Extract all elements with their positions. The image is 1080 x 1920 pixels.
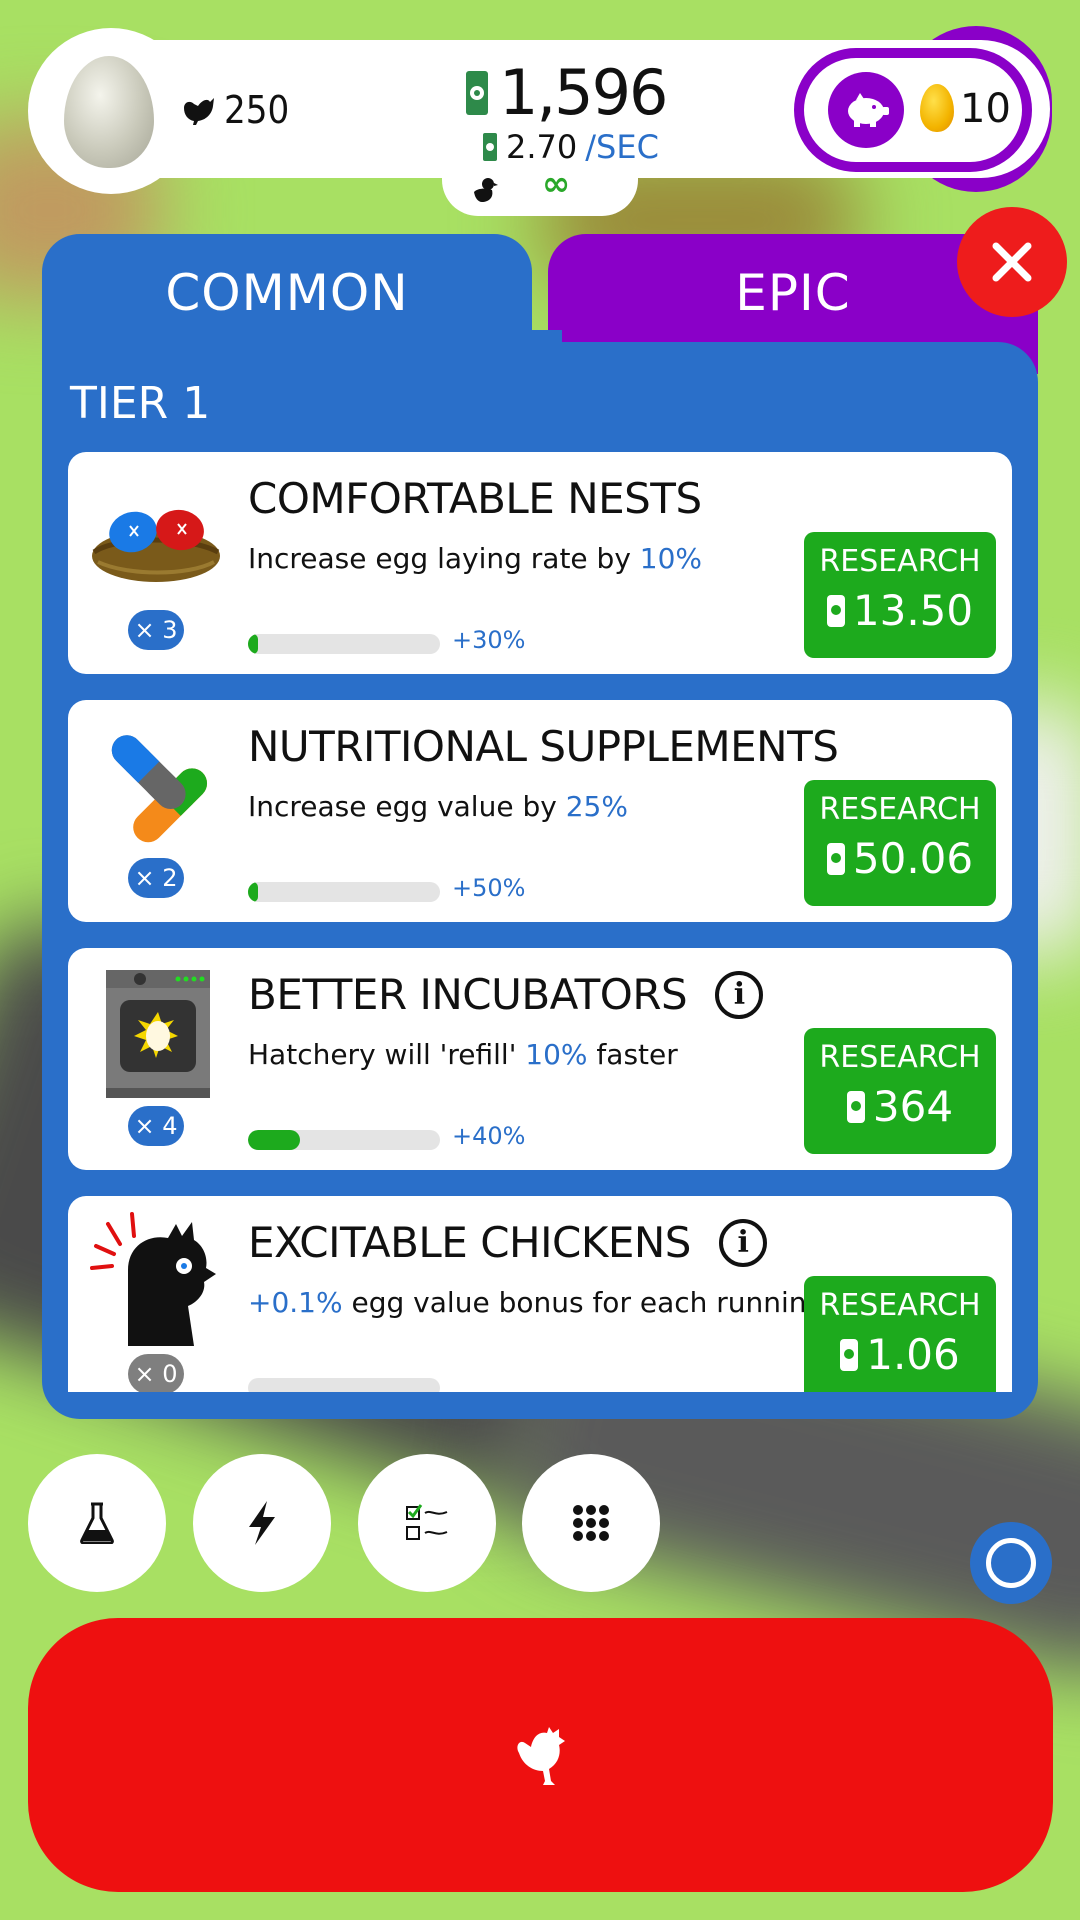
level-badge: × 3 xyxy=(128,610,184,650)
close-button[interactable] xyxy=(957,207,1067,317)
cash-icon xyxy=(826,594,845,627)
research-button-label: RESEARCH xyxy=(819,1288,981,1323)
menu-button[interactable] xyxy=(522,1454,660,1592)
research-title: EXCITABLE CHICKENS i xyxy=(248,1218,767,1267)
checklist-icon xyxy=(406,1504,448,1540)
research-button[interactable]: RESEARCH 1.06 xyxy=(804,1276,996,1392)
desc-highlight: +0.1% xyxy=(248,1286,343,1319)
chicken-count-value: 250 xyxy=(224,88,290,132)
chick-icon xyxy=(474,178,498,202)
research-button[interactable]: RESEARCH 13.50 xyxy=(804,532,996,658)
research-button-nav[interactable] xyxy=(28,1454,166,1592)
pills-icon xyxy=(88,714,224,850)
research-cost: 1.06 xyxy=(804,1330,996,1379)
income-rate: 2.70/SEC xyxy=(482,128,659,166)
desc-highlight: 10% xyxy=(639,542,703,575)
research-card: × 4 BETTER INCUBATORS i Hatchery will 're… xyxy=(68,948,1012,1170)
research-card: × 3 COMFORTABLE NESTS Increase egg layin… xyxy=(68,452,1012,674)
research-list[interactable]: × 3 COMFORTABLE NESTS Increase egg layin… xyxy=(68,452,1012,1392)
research-cost: 50.06 xyxy=(804,834,996,883)
max-boost: +30% xyxy=(452,626,526,654)
capacity-value: ∞ xyxy=(542,164,571,204)
desc-text-post: faster xyxy=(587,1038,678,1071)
camera-toggle-button[interactable] xyxy=(970,1522,1052,1604)
excited-chicken-icon xyxy=(88,1210,224,1346)
research-button-label: RESEARCH xyxy=(819,1040,981,1075)
money-display: 1,596 xyxy=(465,56,668,129)
research-cost-value: 50.06 xyxy=(852,834,974,883)
rate-unit: /SEC xyxy=(585,128,659,166)
boosts-button[interactable] xyxy=(193,1454,331,1592)
research-card: × 0 EXCITABLE CHICKENS i +0.1% egg value … xyxy=(68,1196,1012,1392)
cash-icon xyxy=(840,1338,859,1371)
max-boost: +50% xyxy=(452,874,526,902)
research-button-label: RESEARCH xyxy=(819,792,981,827)
desc-text: Increase egg value by xyxy=(248,790,566,823)
piggy-bank-icon xyxy=(848,93,889,127)
ring-icon xyxy=(986,1538,1036,1588)
desc-highlight: 10% xyxy=(525,1038,588,1071)
nest-icon xyxy=(88,466,224,602)
golden-egg-count: 10 xyxy=(960,86,1011,132)
research-title-text: COMFORTABLE NESTS xyxy=(248,474,702,523)
research-title-text: EXCITABLE CHICKENS xyxy=(248,1218,691,1267)
research-button-label: RESEARCH xyxy=(819,544,981,579)
hatch-chicken-button[interactable] xyxy=(28,1618,1053,1892)
research-title-text: NUTRITIONAL SUPPLEMENTS xyxy=(248,722,839,771)
research-description: Increase egg value by 25% xyxy=(248,790,628,823)
research-title: NUTRITIONAL SUPPLEMENTS xyxy=(248,722,839,771)
research-title: BETTER INCUBATORS i xyxy=(248,970,764,1019)
research-button[interactable]: RESEARCH 50.06 xyxy=(804,780,996,906)
max-boost: +40% xyxy=(452,1122,526,1150)
chicken-count: 250 xyxy=(180,88,289,132)
desc-text: Hatchery will 'refill' xyxy=(248,1038,526,1071)
level-badge: × 2 xyxy=(128,858,184,898)
progress-bar xyxy=(248,634,440,654)
research-description: Increase egg laying rate by 10% xyxy=(248,542,702,575)
progress-bar xyxy=(248,882,440,902)
money-value: 1,596 xyxy=(499,56,668,129)
panel-connector xyxy=(42,330,562,370)
close-icon xyxy=(992,242,1032,282)
golden-eggs-panel[interactable]: 10 xyxy=(794,48,1032,172)
piggy-bank-button[interactable] xyxy=(828,72,904,148)
research-title: COMFORTABLE NESTS xyxy=(248,474,702,523)
desc-text: Increase egg laying rate by xyxy=(248,542,640,575)
desc-highlight: 25% xyxy=(565,790,628,823)
info-icon[interactable]: i xyxy=(718,1218,767,1267)
cash-icon xyxy=(846,1090,865,1123)
golden-egg-icon xyxy=(920,84,954,132)
grid-icon xyxy=(573,1505,609,1541)
research-card: × 2 NUTRITIONAL SUPPLEMENTS Increase egg… xyxy=(68,700,1012,922)
level-badge: × 4 xyxy=(128,1106,184,1146)
research-button[interactable]: RESEARCH 364 xyxy=(804,1028,996,1154)
progress-bar xyxy=(248,1130,440,1150)
level-badge: × 0 xyxy=(128,1354,184,1392)
info-icon[interactable]: i xyxy=(715,970,764,1019)
progress-fill xyxy=(248,634,258,654)
flask-icon xyxy=(80,1502,114,1544)
missions-button[interactable] xyxy=(358,1454,496,1592)
research-title-text: BETTER INCUBATORS xyxy=(248,970,688,1019)
cash-small-icon xyxy=(483,133,497,161)
cash-icon xyxy=(826,842,845,875)
research-cost: 364 xyxy=(804,1082,996,1131)
research-cost: 13.50 xyxy=(804,586,996,635)
progress-fill xyxy=(248,882,258,902)
progress-fill xyxy=(248,1130,300,1150)
chicken-icon xyxy=(516,1727,565,1785)
research-cost-value: 13.50 xyxy=(852,586,974,635)
cash-icon xyxy=(466,70,488,115)
tier-label: TIER 1 xyxy=(70,378,211,429)
research-description: Hatchery will 'refill' 10% faster xyxy=(248,1038,678,1071)
lightning-icon xyxy=(249,1501,275,1545)
progress-bar xyxy=(248,1378,440,1392)
research-cost-value: 364 xyxy=(872,1082,954,1131)
research-cost-value: 1.06 xyxy=(866,1330,960,1379)
chicken-icon xyxy=(184,98,214,125)
rate-value: 2.70 xyxy=(506,128,578,166)
incubator-icon xyxy=(88,962,224,1098)
